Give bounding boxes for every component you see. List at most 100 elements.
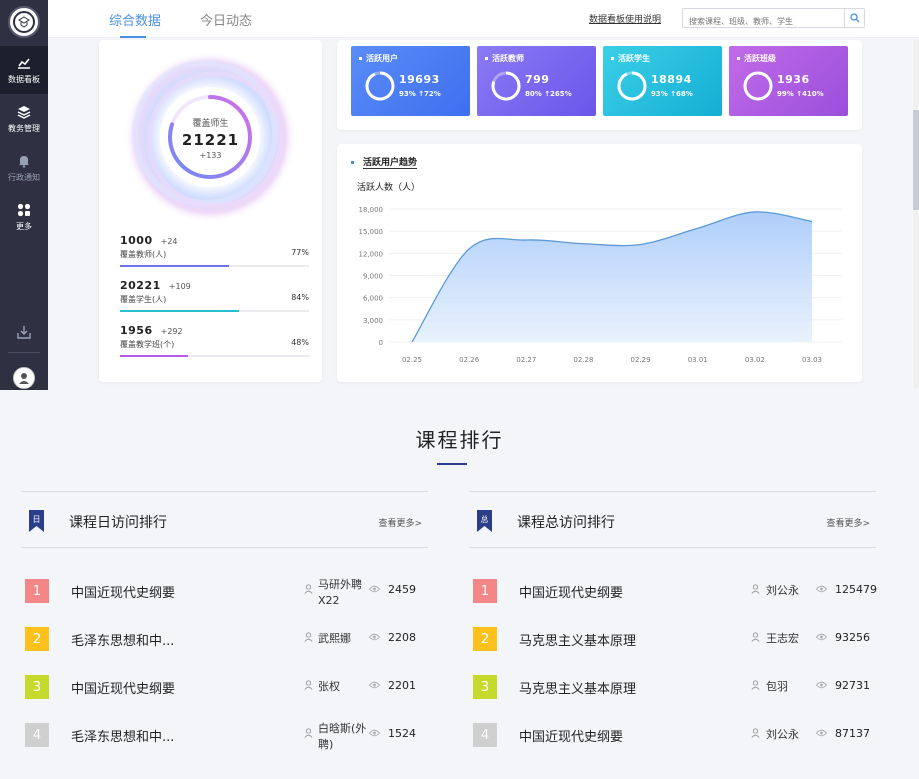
user-icon — [751, 632, 760, 642]
ranking-row[interactable]: 2 毛泽东思想和中... 武熙娜 2208 — [21, 605, 428, 653]
user-icon — [751, 584, 760, 594]
sidebar-item-label: 行政通知 — [8, 172, 40, 182]
stat-students: 20221 +109 覆盖学生(人) 84% — [120, 279, 309, 312]
view-count: 2459 — [388, 583, 416, 596]
section-underline — [437, 463, 467, 465]
user-icon — [304, 680, 313, 690]
rank-number: 2 — [473, 627, 497, 651]
course-name[interactable]: 中国近现代史纲要 — [519, 726, 623, 745]
ranking-row[interactable]: 3 中国近现代史纲要 张权 2201 — [21, 653, 428, 701]
view-count: 125479 — [835, 583, 877, 596]
search-button[interactable] — [844, 9, 864, 27]
x-tick-label: 02.29 — [631, 356, 651, 364]
daily-more-link[interactable]: 查看更多> — [378, 516, 422, 529]
sidebar-item-dashboard[interactable]: 数据看板 — [0, 46, 48, 94]
layers-icon — [17, 105, 31, 119]
tab-overview[interactable]: 综合数据 — [109, 10, 161, 29]
stat-label: 覆盖学生(人) — [120, 295, 167, 304]
ranking-row[interactable]: 3 马克思主义基本原理 包羽 92731 — [469, 653, 876, 701]
eye-icon — [816, 729, 827, 737]
stat-progress-fill — [120, 355, 189, 357]
total-more-link[interactable]: 查看更多> — [826, 516, 870, 529]
teacher-name: 刘公永 — [766, 728, 799, 741]
daily-ranking-header: 日 课程日访问排行 查看更多> — [21, 491, 428, 548]
eye-icon — [816, 585, 827, 593]
bell-icon — [19, 155, 29, 168]
eye-icon — [369, 633, 380, 641]
teacher-name: 王志宏 — [766, 632, 799, 645]
metric-active-classes[interactable]: 活跃班级 1936 99% ↑410% — [729, 46, 848, 116]
ranking-row[interactable]: 4 中国近现代史纲要 刘公永 87137 — [469, 701, 876, 749]
metric-active-students[interactable]: 活跃学生 18894 93% ↑68% — [603, 46, 722, 116]
download-icon[interactable] — [16, 324, 32, 340]
stat-percent: 77% — [291, 248, 309, 257]
coverage-center: 覆盖师生 21221 +133 — [171, 116, 251, 160]
rank-number: 4 — [25, 723, 49, 747]
course-name[interactable]: 毛泽东思想和中... — [71, 726, 174, 745]
stat-classes: 1956 +292 覆盖教学班(个) 48% — [120, 324, 309, 357]
stat-progress-fill — [120, 310, 240, 312]
teacher-name: 包羽 — [766, 680, 788, 693]
course-name[interactable]: 中国近现代史纲要 — [71, 582, 175, 601]
metric-sub: 80% ↑265% — [525, 90, 572, 98]
x-tick-label: 03.02 — [745, 356, 765, 364]
ranking-row[interactable]: 4 毛泽东思想和中... 白晗斯(外 聘) 1524 — [21, 701, 428, 751]
x-tick-label: 03.03 — [802, 356, 822, 364]
stat-progress-fill — [120, 265, 230, 267]
metric-value: 18894 — [651, 73, 692, 86]
coverage-card: 覆盖师生 21221 +133 1000 +24 覆盖教师(人) 77% 2022… — [99, 40, 322, 382]
scrollbar-thumb[interactable] — [913, 110, 919, 210]
top-bar: 综合数据 今日动态 数据看板使用说明 — [48, 0, 919, 38]
metric-value: 19693 — [399, 73, 440, 86]
total-ranking-title: 课程总访问排行 — [517, 515, 615, 531]
ranking-row[interactable]: 1 中国近现代史纲要 马研外聘 X22 2459 — [21, 557, 428, 607]
stat-number: 1956 — [120, 324, 153, 337]
sidebar: 数据看板 教务管理 行政通知 更多 — [0, 0, 48, 390]
view-count: 2201 — [388, 679, 416, 692]
metrics-card: 活跃用户 19693 93% ↑72% 活跃教师 799 80% ↑265% 活… — [337, 40, 862, 130]
sidebar-item-more[interactable]: 更多 — [0, 193, 48, 241]
view-count: 87137 — [835, 727, 870, 740]
course-name[interactable]: 马克思主义基本原理 — [519, 678, 636, 697]
y-tick-label: 0 — [379, 339, 383, 347]
metric-ring-icon — [617, 71, 647, 101]
sidebar-item-academic[interactable]: 教务管理 — [0, 95, 48, 143]
course-name[interactable]: 中国近现代史纲要 — [71, 678, 175, 697]
user-icon — [304, 584, 313, 594]
rank-number: 4 — [473, 723, 497, 747]
x-tick-label: 02.27 — [516, 356, 536, 364]
tab-today[interactable]: 今日动态 — [200, 10, 252, 29]
scrollbar[interactable] — [913, 40, 919, 388]
trend-chart-card: 活跃用户趋势 活跃人数（人） 18,000 15,000 12,000 9,000 6,… — [337, 144, 862, 382]
sidebar-item-notice[interactable]: 行政通知 — [0, 144, 48, 192]
bookmark-icon: 总 — [477, 510, 492, 532]
sidebar-item-label: 教务管理 — [8, 123, 40, 133]
teacher-name: 武熙娜 — [318, 632, 351, 645]
metric-ring-icon — [365, 71, 395, 101]
course-name[interactable]: 马克思主义基本原理 — [519, 630, 636, 649]
sidebar-divider — [8, 352, 40, 353]
school-logo[interactable] — [8, 6, 40, 38]
metric-value: 1936 — [777, 73, 810, 86]
x-tick-label: 02.28 — [573, 356, 593, 364]
ranking-row[interactable]: 1 中国近现代史纲要 刘公永 125479 — [469, 557, 877, 605]
eye-icon — [369, 585, 380, 593]
help-link[interactable]: 数据看板使用说明 — [589, 12, 661, 25]
avatar[interactable] — [13, 367, 35, 389]
svg-text:日: 日 — [33, 515, 41, 524]
ranking-section-title: 课程排行 — [415, 428, 504, 452]
search-input[interactable] — [683, 12, 841, 31]
sidebar-item-label: 更多 — [16, 221, 32, 231]
ranking-row[interactable]: 2 马克思主义基本原理 王志宏 93256 — [469, 605, 876, 653]
stat-percent: 48% — [291, 338, 309, 347]
stat-label: 覆盖教师(人) — [120, 250, 167, 259]
y-tick-label: 6,000 — [363, 295, 383, 303]
x-tick-label: 02.25 — [402, 356, 422, 364]
course-name[interactable]: 毛泽东思想和中... — [71, 630, 174, 649]
metric-active-teachers[interactable]: 活跃教师 799 80% ↑265% — [477, 46, 596, 116]
metric-active-users[interactable]: 活跃用户 19693 93% ↑72% — [351, 46, 470, 116]
teacher-name: 白晗斯(外 聘) — [318, 722, 367, 751]
x-tick-label: 03.01 — [688, 356, 708, 364]
grid-icon — [17, 203, 31, 216]
course-name[interactable]: 中国近现代史纲要 — [519, 582, 623, 601]
